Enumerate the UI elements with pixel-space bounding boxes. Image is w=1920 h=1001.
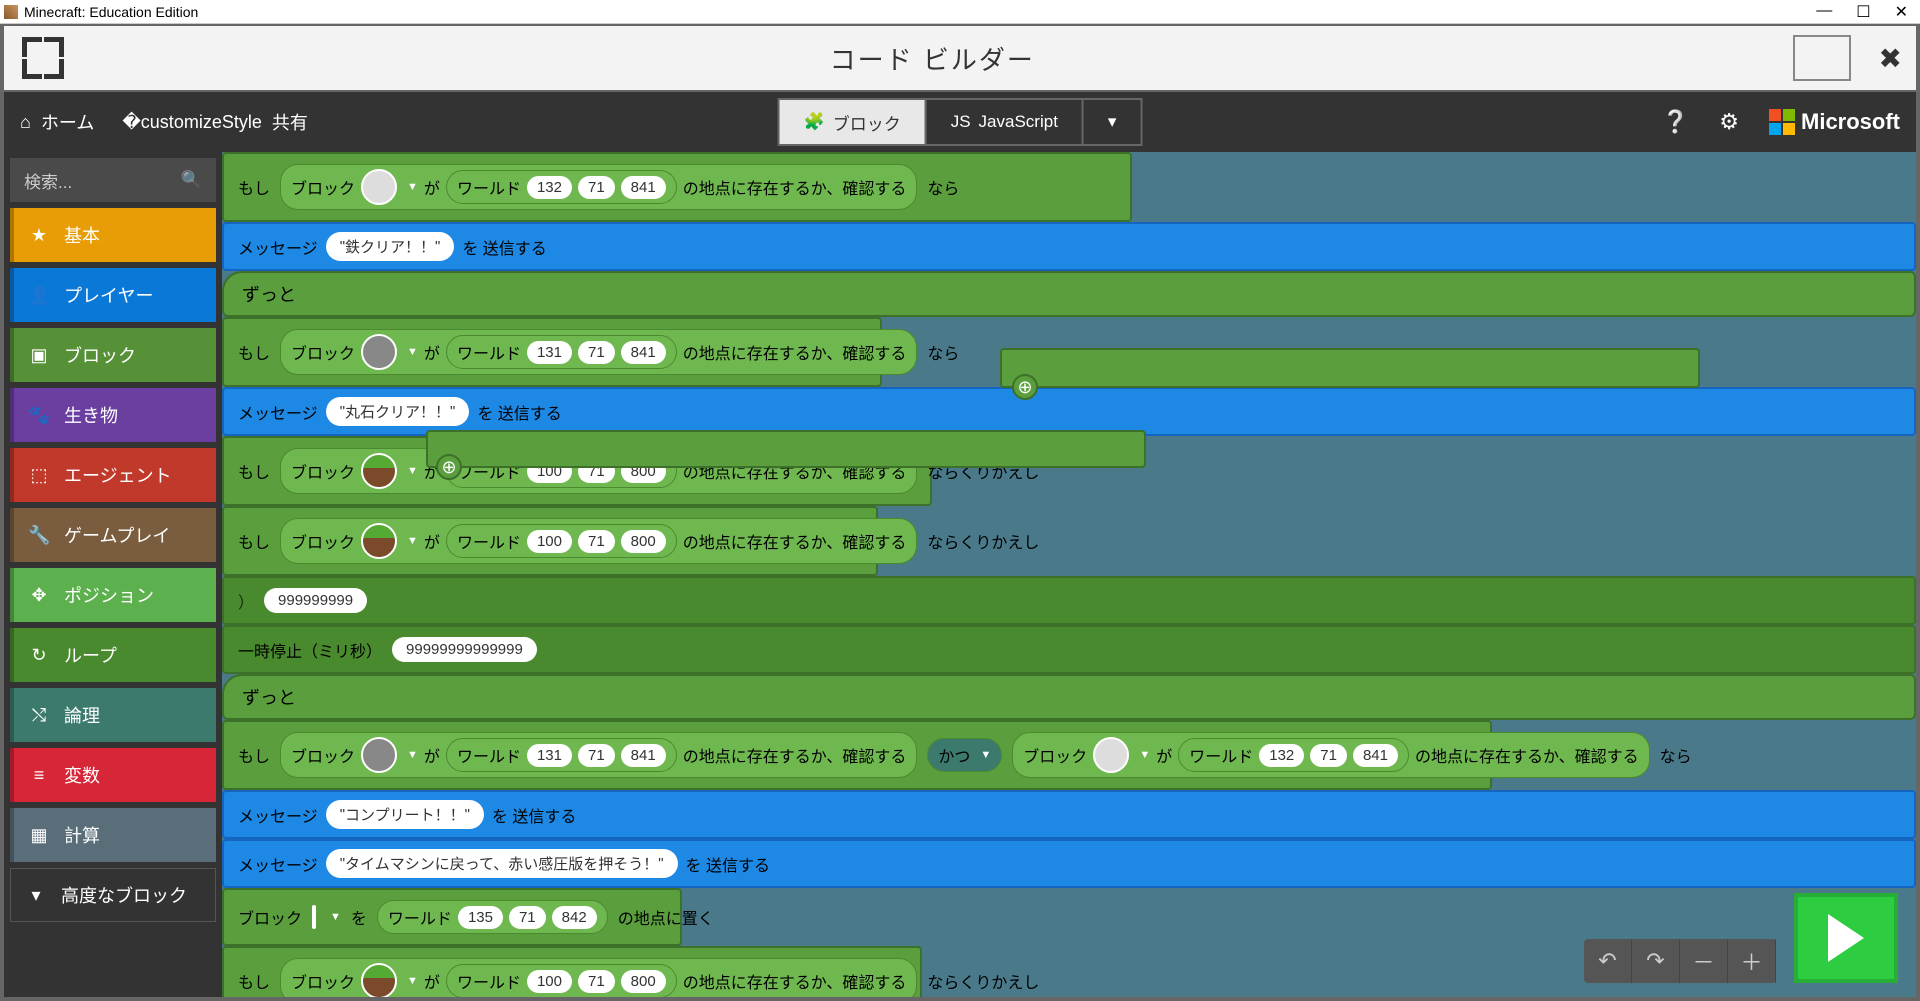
message-text[interactable]: "鉄クリア！！" — [326, 232, 455, 261]
if-block[interactable]: もし ブロック▼ が ワールド13271841 の地点に存在するか、確認する な… — [222, 152, 1132, 222]
add-branch-icon[interactable]: ⊕ — [1012, 374, 1038, 400]
block-picker[interactable] — [312, 905, 316, 929]
star-icon: ★ — [28, 225, 50, 246]
cat-positions[interactable]: ✥ポジション — [10, 568, 216, 622]
app-icon — [4, 5, 18, 19]
share-icon: �customizeStyle — [122, 112, 262, 133]
send-message-block[interactable]: メッセージ"コンプリート！！"を 送信する — [222, 790, 1916, 839]
move-icon: ✥ — [28, 585, 50, 606]
home-icon: ⌂ — [20, 112, 31, 133]
forever-block[interactable]: ずっと — [222, 271, 1916, 317]
while-block[interactable]: もし ブロック▼ が ワールド10071800 の地点に存在するか、確認する な… — [222, 506, 878, 576]
gear-icon[interactable]: ⚙ — [1719, 109, 1739, 135]
redo-button[interactable]: ↷ — [1632, 939, 1680, 983]
window-controls: — ☐ ✕ — [1816, 2, 1916, 22]
send-message-block[interactable]: メッセージ"タイムマシンに戻って、赤い感圧版を押そう！"を 送信する — [222, 839, 1916, 888]
wrench-icon: 🔧 — [28, 525, 50, 546]
cube-icon: ▣ — [28, 345, 50, 366]
toolbar: ⌂ホーム �customizeStyle共有 🧩ブロック JSJavaScrip… — [4, 92, 1916, 152]
search-icon: 🔍 — [181, 170, 202, 190]
block-picker[interactable] — [361, 334, 397, 370]
window-title: Minecraft: Education Edition — [24, 4, 198, 20]
chevron-down-icon: ▾ — [1108, 112, 1117, 132]
pause-block[interactable]: 一時停止（ミリ秒）99999999999999 — [222, 625, 1916, 674]
run-button[interactable] — [1794, 893, 1898, 983]
blocks-canvas[interactable]: もし ブロック▼ が ワールド13271841 の地点に存在するか、確認する な… — [222, 152, 1916, 997]
loop-icon: ↻ — [28, 645, 50, 666]
block-test-expr[interactable]: ブロック▼ が ワールド13271841 の地点に存在するか、確認する — [280, 164, 917, 210]
add-branch-icon[interactable]: ⊕ — [436, 454, 462, 480]
cat-blocks[interactable]: ▣ブロック — [10, 328, 216, 382]
block-test-expr[interactable]: ブロック▼ が ワールド13171841 の地点に存在するか、確認する — [280, 329, 917, 375]
zoom-in-button[interactable]: ＋ — [1728, 939, 1776, 983]
cat-math[interactable]: ▦計算 — [10, 808, 216, 862]
cat-variables[interactable]: ≡変数 — [10, 748, 216, 802]
app-header: コード ビルダー ✖ — [4, 26, 1916, 92]
if-and-block[interactable]: もし ブロック▼ が ワールド13171841 の地点に存在するか、確認する か… — [222, 720, 1492, 790]
exit-fullscreen-icon[interactable] — [14, 29, 72, 87]
send-message-block[interactable]: メッセージ"丸石クリア！！"を 送信する — [222, 387, 1916, 436]
list-view-button[interactable] — [1793, 35, 1851, 81]
cat-gameplay[interactable]: 🔧ゲームプレイ — [10, 508, 216, 562]
c-footer — [426, 430, 1146, 468]
js-icon: JS — [951, 112, 971, 132]
cat-basic[interactable]: ★基本 — [10, 208, 216, 262]
if-block[interactable]: もし ブロック▼ が ワールド13171841 の地点に存在するか、確認する な… — [222, 317, 882, 387]
while-block[interactable]: もし ブロック▼ が ワールド10071800 の地点に存在するか、確認する な… — [222, 946, 922, 997]
cat-loops[interactable]: ↻ループ — [10, 628, 216, 682]
maximize-icon[interactable]: ☐ — [1856, 2, 1870, 22]
cat-advanced[interactable]: ▾高度なブロック — [10, 868, 216, 922]
cat-mobs[interactable]: 🐾生き物 — [10, 388, 216, 442]
puzzle-icon: 🧩 — [804, 112, 825, 132]
forever-block[interactable]: ずっと — [222, 674, 1916, 720]
place-block[interactable]: ブロック▼ を ワールド13571842 の地点に置く — [222, 888, 682, 946]
undo-button[interactable]: ↶ — [1584, 939, 1632, 983]
zoom-out-button[interactable]: － — [1680, 939, 1728, 983]
robot-icon: ⬚ — [28, 465, 50, 486]
tab-more[interactable]: ▾ — [1084, 100, 1141, 144]
editor-tabs: 🧩ブロック JSJavaScript ▾ — [778, 98, 1143, 146]
zoom-controls: ↶ ↷ － ＋ — [1584, 939, 1776, 983]
chevron-down-icon: ▼ — [407, 181, 418, 193]
pause-block[interactable]: ）999999999 — [222, 576, 1916, 625]
list-icon: ≡ — [28, 765, 50, 786]
cat-agent[interactable]: ⬚エージェント — [10, 448, 216, 502]
microsoft-logo: Microsoft — [1769, 109, 1900, 135]
send-message-block[interactable]: メッセージ"鉄クリア！！"を 送信する — [222, 222, 1916, 271]
close-panel-icon[interactable]: ✖ — [1879, 42, 1902, 75]
search-input[interactable]: 検索...🔍 — [10, 158, 216, 202]
block-picker[interactable] — [361, 169, 397, 205]
tab-javascript[interactable]: JSJavaScript — [927, 100, 1084, 144]
share-button[interactable]: �customizeStyle共有 — [122, 109, 308, 135]
help-icon[interactable]: ❔ — [1662, 109, 1689, 135]
page-title: コード ビルダー — [72, 40, 1793, 77]
cat-logic[interactable]: ⤭論理 — [10, 688, 216, 742]
play-icon — [1828, 914, 1864, 962]
calc-icon: ▦ — [28, 825, 50, 846]
tab-blocks[interactable]: 🧩ブロック — [780, 100, 927, 144]
chevron-down-icon: ▾ — [25, 885, 47, 906]
cat-player[interactable]: 👤プレイヤー — [10, 268, 216, 322]
shuffle-icon: ⤭ — [28, 705, 50, 726]
paw-icon: 🐾 — [28, 405, 50, 426]
category-sidebar: 検索...🔍 ★基本 👤プレイヤー ▣ブロック 🐾生き物 ⬚エージェント 🔧ゲー… — [4, 152, 222, 997]
close-icon[interactable]: ✕ — [1895, 2, 1908, 22]
window-titlebar: Minecraft: Education Edition — ☐ ✕ — [0, 0, 1920, 24]
home-button[interactable]: ⌂ホーム — [20, 109, 94, 135]
c-footer — [1000, 348, 1700, 388]
minimize-icon[interactable]: — — [1816, 2, 1832, 22]
person-icon: 👤 — [28, 285, 50, 306]
